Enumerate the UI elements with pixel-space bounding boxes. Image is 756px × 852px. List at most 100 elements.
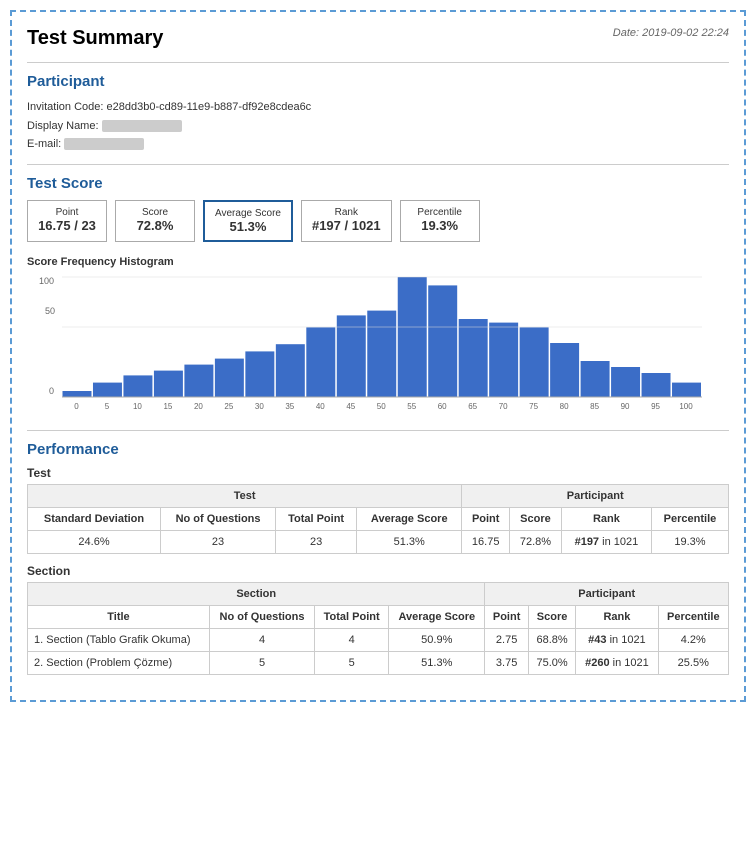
svg-text:40: 40	[316, 402, 325, 411]
table-cell: 23	[161, 531, 276, 554]
email-value	[64, 138, 144, 150]
svg-text:55: 55	[407, 402, 416, 411]
th-total-pt-s: Total Point	[315, 606, 389, 629]
svg-text:0: 0	[74, 402, 79, 411]
score-divider	[27, 430, 729, 431]
participant-divider	[27, 164, 729, 165]
test-table-group-header-row: Test Participant	[28, 485, 729, 508]
test-score-section: Test Score Point 16.75 / 23Score 72.8%Av…	[27, 175, 729, 420]
score-card-label: Rank	[312, 207, 381, 218]
score-card-label: Score	[126, 207, 184, 218]
svg-text:5: 5	[105, 402, 110, 411]
header: Test Summary Date: 2019-09-02 22:24	[27, 27, 729, 50]
table-cell: #43 in 1021	[576, 629, 658, 652]
test-table-col-header-row: Standard Deviation No of Questions Total…	[28, 508, 729, 531]
table-row: 1. Section (Tablo Grafik Okuma)4450.9%2.…	[28, 629, 729, 652]
table-cell: 2.75	[485, 629, 528, 652]
table-row: 24.6%232351.3%16.7572.8%#197 in 102119.3…	[28, 531, 729, 554]
test-group-header-test: Test	[28, 485, 462, 508]
histogram-container: Score Frequency Histogram 100 50 0 05101…	[27, 256, 729, 420]
svg-text:60: 60	[438, 402, 447, 411]
test-score-title: Test Score	[27, 175, 729, 192]
table-row: 2. Section (Problem Çözme)5551.3%3.7575.…	[28, 652, 729, 675]
svg-text:35: 35	[285, 402, 294, 411]
svg-text:30: 30	[255, 402, 264, 411]
invitation-code-label: Invitation Code:	[27, 101, 103, 113]
svg-text:65: 65	[468, 402, 477, 411]
table-cell: 68.8%	[528, 629, 575, 652]
th-point-s: Point	[485, 606, 528, 629]
section-table-group-header-row: Section Participant	[28, 583, 729, 606]
score-card-score: Score 72.8%	[115, 200, 195, 242]
svg-text:50: 50	[45, 306, 55, 316]
svg-text:20: 20	[194, 402, 203, 411]
svg-text:100: 100	[679, 402, 693, 411]
invitation-code-row: Invitation Code: e28dd3b0-cd89-11e9-b887…	[27, 98, 729, 117]
svg-text:0: 0	[49, 386, 54, 396]
th-score-s: Score	[528, 606, 575, 629]
table-cell: 50.9%	[389, 629, 485, 652]
score-card-value: #197 / 1021	[312, 218, 381, 233]
table-cell: 1. Section (Tablo Grafik Okuma)	[28, 629, 210, 652]
table-cell: 19.3%	[651, 531, 728, 554]
svg-text:80: 80	[560, 402, 569, 411]
th-score: Score	[509, 508, 561, 531]
th-avg-score: Average Score	[357, 508, 462, 531]
table-cell: 23	[276, 531, 357, 554]
score-card-point: Point 16.75 / 23	[27, 200, 107, 242]
email-label: E-mail:	[27, 138, 61, 150]
table-cell: #197 in 1021	[561, 531, 651, 554]
score-card-value: 72.8%	[126, 218, 184, 233]
score-card-label: Average Score	[215, 208, 281, 219]
section-group-header-participant: Participant	[485, 583, 729, 606]
th-avg-score-s: Average Score	[389, 606, 485, 629]
table-cell: 4	[209, 629, 314, 652]
table-cell: 25.5%	[658, 652, 728, 675]
th-num-q-s: No of Questions	[209, 606, 314, 629]
score-card-label: Point	[38, 207, 96, 218]
table-cell: 24.6%	[28, 531, 161, 554]
table-cell: #260 in 1021	[576, 652, 658, 675]
th-rank: Rank	[561, 508, 651, 531]
test-performance-table: Test Participant Standard Deviation No o…	[27, 484, 729, 554]
participant-section: Participant Invitation Code: e28dd3b0-cd…	[27, 73, 729, 154]
display-name-label: Display Name:	[27, 120, 99, 132]
table-cell: 4.2%	[658, 629, 728, 652]
page-wrapper: Test Summary Date: 2019-09-02 22:24 Part…	[10, 10, 746, 702]
page-title: Test Summary	[27, 27, 163, 50]
section-table-col-header-row: Title No of Questions Total Point Averag…	[28, 606, 729, 629]
th-percentile: Percentile	[651, 508, 728, 531]
score-cards-container: Point 16.75 / 23Score 72.8%Average Score…	[27, 200, 729, 242]
svg-text:25: 25	[224, 402, 233, 411]
table-cell: 72.8%	[509, 531, 561, 554]
display-name-value	[102, 120, 182, 132]
section-performance-table: Section Participant Title No of Question…	[27, 582, 729, 675]
performance-section: Performance Test Test Participant Standa…	[27, 441, 729, 675]
date-label: Date: 2019-09-02 22:24	[613, 27, 729, 39]
display-name-row: Display Name:	[27, 117, 729, 136]
svg-text:10: 10	[133, 402, 142, 411]
th-rank-s: Rank	[576, 606, 658, 629]
table-cell: 75.0%	[528, 652, 575, 675]
th-total-pt: Total Point	[276, 508, 357, 531]
score-card-value: 16.75 / 23	[38, 218, 96, 233]
section-subsection-title: Section	[27, 564, 729, 578]
svg-text:50: 50	[377, 402, 386, 411]
svg-text:100: 100	[39, 276, 54, 286]
svg-text:90: 90	[621, 402, 630, 411]
test-group-header-participant: Participant	[462, 485, 729, 508]
table-cell: 4	[315, 629, 389, 652]
table-cell: 5	[315, 652, 389, 675]
table-cell: 51.3%	[389, 652, 485, 675]
th-num-q: No of Questions	[161, 508, 276, 531]
svg-text:95: 95	[651, 402, 660, 411]
participant-info: Invitation Code: e28dd3b0-cd89-11e9-b887…	[27, 98, 729, 154]
section-group-header-section: Section	[28, 583, 485, 606]
svg-text:85: 85	[590, 402, 599, 411]
participant-title: Participant	[27, 73, 729, 90]
score-card-percentile: Percentile 19.3%	[400, 200, 480, 242]
invitation-code-value: e28dd3b0-cd89-11e9-b887-df92e8cdea6c	[107, 101, 312, 113]
table-cell: 16.75	[462, 531, 510, 554]
th-point: Point	[462, 508, 510, 531]
th-std-dev: Standard Deviation	[28, 508, 161, 531]
